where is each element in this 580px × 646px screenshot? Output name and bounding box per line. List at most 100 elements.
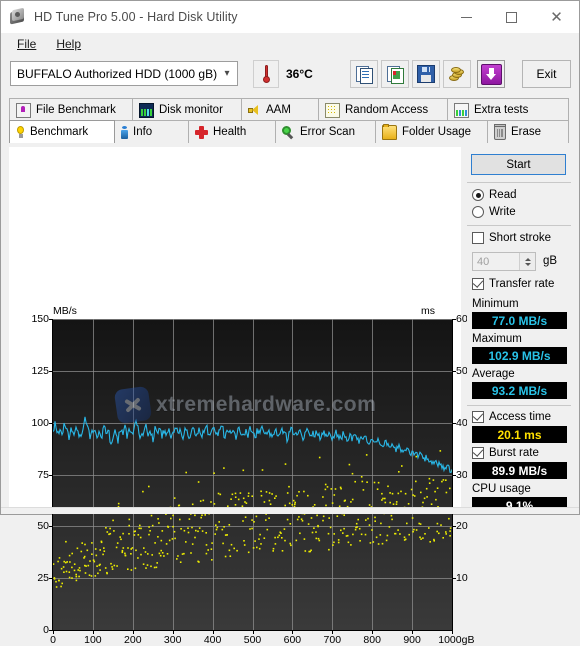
y-tick-label-left: 75 <box>37 469 49 481</box>
close-button[interactable]: ✕ <box>534 1 579 33</box>
status-bar <box>1 507 579 514</box>
radio-write[interactable]: Write <box>472 206 516 218</box>
series-canvas <box>53 319 452 630</box>
menu-help[interactable]: Help <box>46 35 91 53</box>
tab-info-label: Info <box>133 126 152 138</box>
x-tick-label: 1000gB <box>438 634 474 646</box>
tab-aam[interactable]: AAM <box>241 98 319 121</box>
transfer-rate-label: Transfer rate <box>489 278 554 290</box>
x-tick-label: 500 <box>244 634 262 646</box>
exit-button[interactable]: Exit <box>522 60 571 88</box>
x-tick-label: 800 <box>363 634 381 646</box>
close-icon: ✕ <box>550 10 563 25</box>
radio-read-icon <box>472 189 484 201</box>
health-cross-icon <box>195 126 208 139</box>
speaker-icon <box>248 104 261 117</box>
burst-rate-label: Burst rate <box>489 447 539 459</box>
results-panel: Start Read Write Short stroke 40 gB Tran… <box>467 147 571 507</box>
window-title: HD Tune Pro 5.00 - Hard Disk Utility <box>34 10 238 24</box>
x-tick-label: 600 <box>284 634 302 646</box>
exit-button-label: Exit <box>536 67 556 81</box>
short-stroke-checkbox-icon <box>472 232 484 244</box>
folder-icon <box>382 125 397 140</box>
y-tick-label-right: 60 <box>456 313 468 325</box>
magnifier-icon <box>282 126 295 139</box>
radio-read[interactable]: Read <box>472 189 517 201</box>
checkbox-transfer-rate[interactable]: Transfer rate <box>472 278 554 290</box>
tab-error-scan-label: Error Scan <box>300 126 355 138</box>
tab-random-access[interactable]: Random Access <box>318 98 448 121</box>
copy-image-button[interactable] <box>381 60 409 88</box>
y-ticks-left: 0255075100125150 <box>49 319 53 630</box>
menu-help-label: Help <box>56 37 81 51</box>
short-stroke-unit: gB <box>543 255 557 267</box>
tab-extra-tests[interactable]: Extra tests <box>447 98 569 121</box>
tab-info[interactable]: Info <box>114 120 189 143</box>
save-floppy-icon <box>417 65 435 83</box>
chevron-down-icon: ▾ <box>217 68 237 79</box>
temperature-value: 36°C <box>286 67 313 81</box>
copy-text-button[interactable] <box>350 60 378 88</box>
access-time-value: 20.1 ms <box>497 428 541 442</box>
burst-rate-checkbox-icon <box>472 447 484 459</box>
y-tick-label-right: 30 <box>456 469 468 481</box>
maximize-button[interactable] <box>489 1 534 33</box>
tab-disk-monitor-label: Disk monitor <box>159 104 223 116</box>
tab-benchmark[interactable]: Benchmark <box>9 120 115 143</box>
menu-file[interactable]: File <box>7 35 46 53</box>
copy-image-icon <box>387 66 404 83</box>
benchmark-chart: MB/s ms xtremehardware.com 0255075100125… <box>9 147 461 507</box>
y-axis-label-left: MB/s <box>53 305 77 317</box>
short-stroke-stepper[interactable]: 40 <box>472 252 536 271</box>
y-tick-label-left: 150 <box>31 313 49 325</box>
x-ticks: 01002003004005006007008009001000gB <box>53 630 452 634</box>
access-time-checkbox-icon <box>472 411 484 423</box>
tab-disk-monitor[interactable]: Disk monitor <box>132 98 242 121</box>
extra-tests-icon <box>454 103 469 118</box>
purchase-button[interactable] <box>443 60 471 88</box>
maximum-value-box: 102.9 MB/s <box>472 347 567 364</box>
maximize-icon <box>506 12 517 23</box>
access-time-value-box: 20.1 ms <box>472 426 567 443</box>
stepper-buttons[interactable] <box>519 253 535 270</box>
plot-area <box>53 319 452 630</box>
x-tick-label: 900 <box>403 634 421 646</box>
x-tick-label: 700 <box>324 634 342 646</box>
burst-rate-value: 89.9 MB/s <box>492 464 547 478</box>
tab-file-benchmark[interactable]: File Benchmark <box>9 98 133 121</box>
tab-health[interactable]: Health <box>188 120 276 143</box>
maximum-value: 102.9 MB/s <box>488 349 550 363</box>
tab-folder-usage[interactable]: Folder Usage <box>375 120 488 143</box>
stepper-up-icon <box>525 258 531 261</box>
checkbox-burst-rate[interactable]: Burst rate <box>472 447 539 459</box>
x-tick-label: 300 <box>164 634 182 646</box>
window-controls: ✕ <box>444 1 579 33</box>
checkbox-access-time[interactable]: Access time <box>472 411 551 423</box>
tick-mark <box>49 319 53 320</box>
checkbox-short-stroke[interactable]: Short stroke <box>472 232 551 244</box>
tab-erase[interactable]: Erase <box>487 120 569 143</box>
x-tick-label: 400 <box>204 634 222 646</box>
radio-write-icon <box>472 206 484 218</box>
tab-row-upper: File Benchmark Disk monitor AAM Random A… <box>9 98 573 121</box>
save-button[interactable] <box>412 60 440 88</box>
minimize-button[interactable] <box>444 1 489 33</box>
start-button[interactable]: Start <box>471 154 566 175</box>
hd-tune-window: HD Tune Pro 5.00 - Hard Disk Utility ✕ F… <box>0 0 580 515</box>
tab-folder-usage-label: Folder Usage <box>402 126 471 138</box>
y-tick-label-left: 25 <box>37 572 49 584</box>
menu-file-label: File <box>17 37 36 51</box>
download-button[interactable] <box>477 60 505 88</box>
stepper-down-icon <box>525 263 531 266</box>
minimize-icon <box>461 17 472 18</box>
tab-error-scan[interactable]: Error Scan <box>275 120 376 143</box>
y-ticks-right: 102030405060 <box>452 319 456 630</box>
copy-text-icon <box>356 66 373 83</box>
tick-mark <box>49 475 53 476</box>
start-button-label: Start <box>506 159 530 171</box>
toolbar: BUFFALO Authorized HDD (1000 gB) ▾ 36°C <box>1 55 579 95</box>
disk-monitor-icon <box>139 103 154 118</box>
drive-select[interactable]: BUFFALO Authorized HDD (1000 gB) ▾ <box>10 61 238 86</box>
average-value-box: 93.2 MB/s <box>472 382 567 399</box>
hard-disk-icon <box>9 8 27 26</box>
